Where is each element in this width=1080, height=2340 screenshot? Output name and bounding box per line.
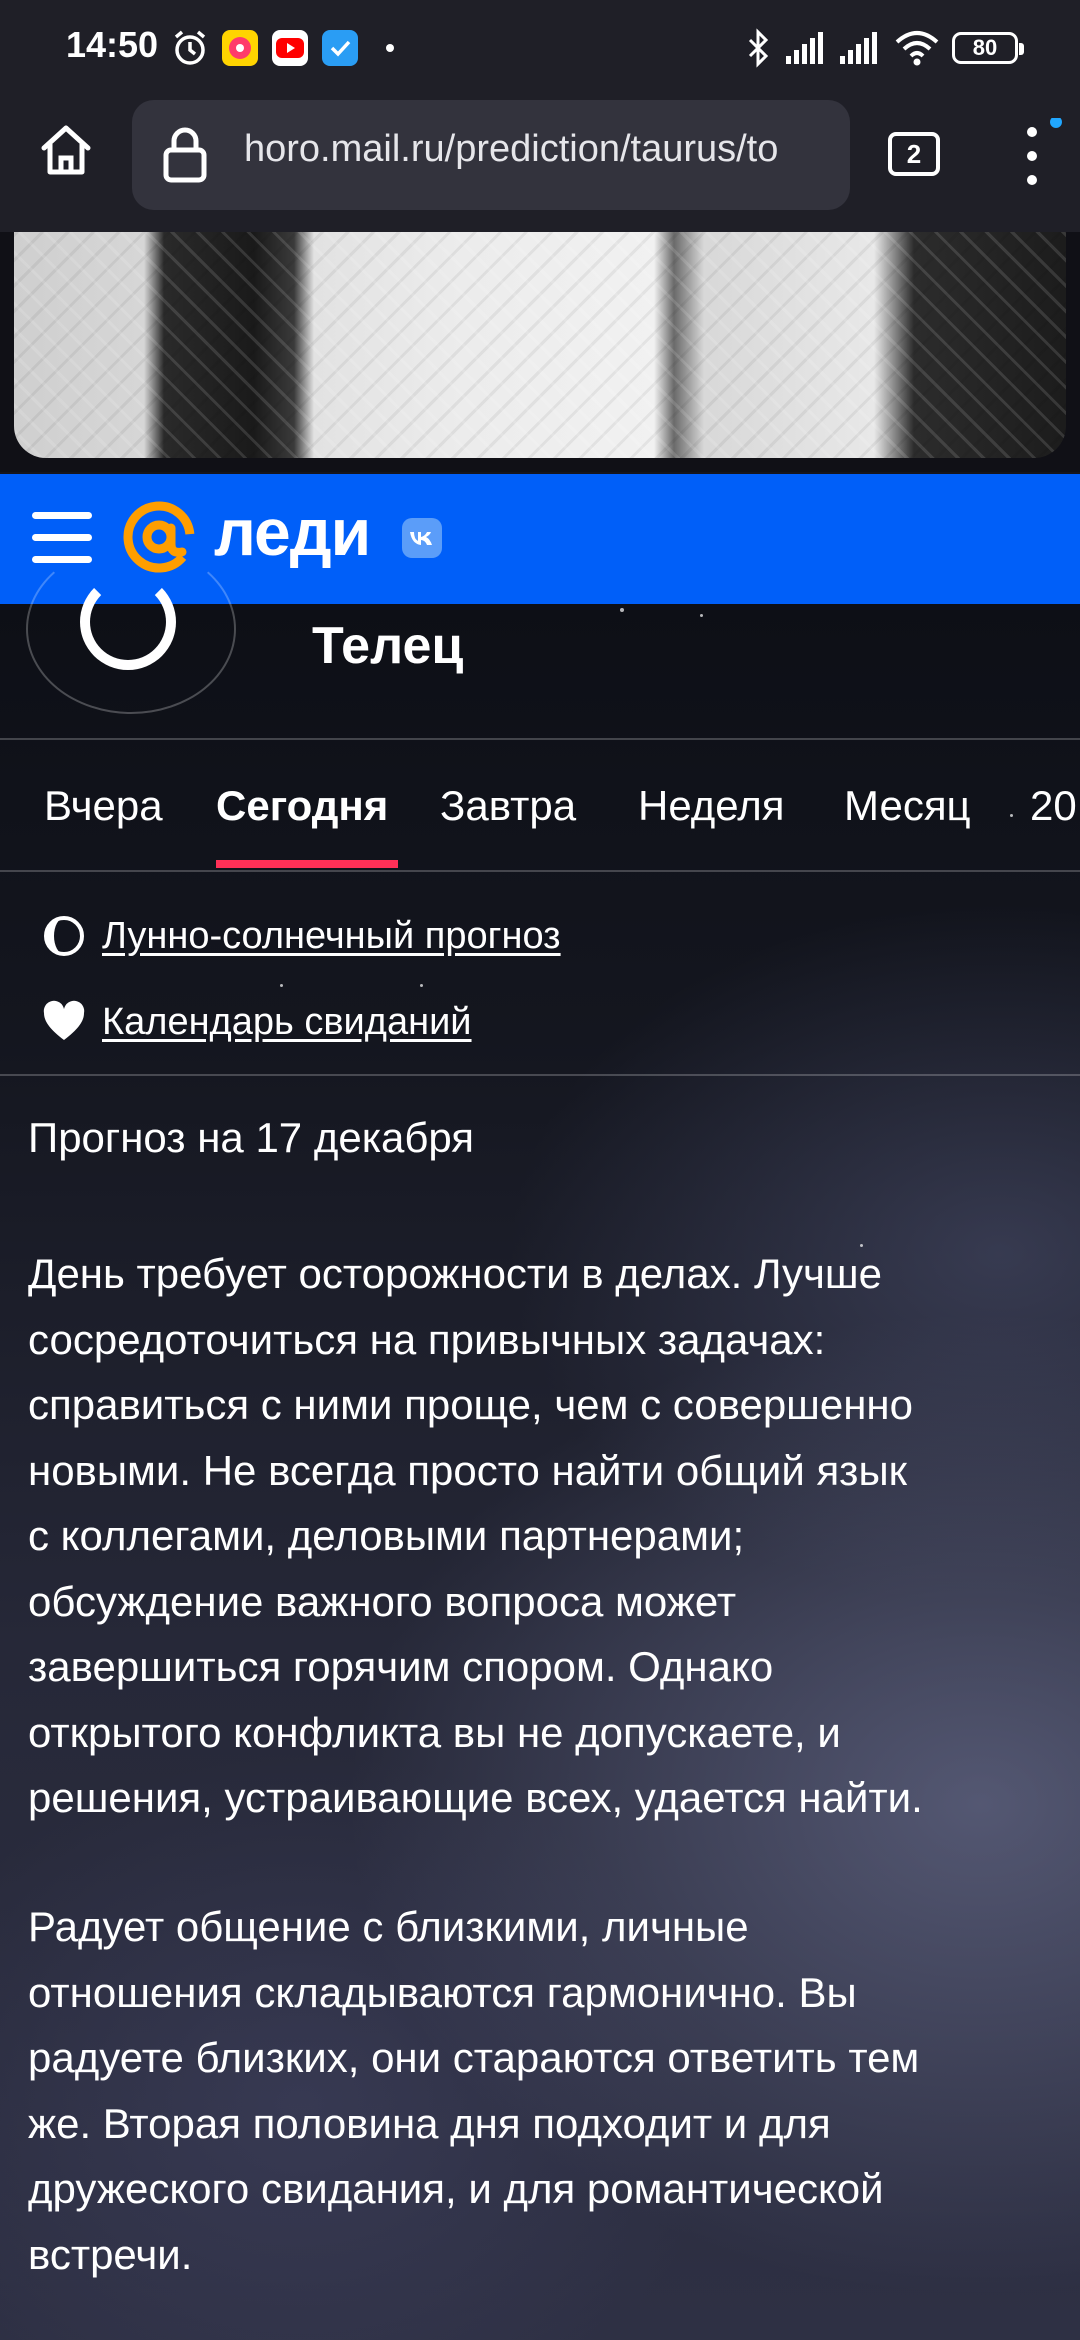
forecast-line: отношения складываются гармонично. Вы	[28, 1968, 857, 2016]
taurus-sign-icon	[80, 574, 176, 670]
battery-indicator: 80	[952, 32, 1024, 64]
lock-icon[interactable]	[162, 126, 208, 184]
active-tab-indicator	[216, 860, 398, 868]
dating-calendar-label[interactable]: Календарь свиданий	[102, 1001, 472, 1044]
divider	[0, 1074, 1080, 1076]
heart-icon	[43, 1000, 85, 1040]
lunar-forecast-link[interactable]: Лунно-солнечный прогноз	[42, 914, 561, 958]
forecast-paragraph-2: Радует общение с близкими, личные отноше…	[28, 1894, 1058, 2287]
ad-banner[interactable]	[0, 232, 1080, 472]
tab-yesterday[interactable]: Вчера	[44, 782, 163, 830]
forecast-line: справиться с ними проще, чем с совершенн…	[28, 1381, 913, 1428]
task-app-icon	[322, 30, 358, 66]
forecast-line: завершиться горячим спором. Однако	[28, 1643, 774, 1690]
address-bar[interactable]: horo.mail.ru/prediction/taurus/to	[132, 100, 850, 210]
tab-week[interactable]: Неделя	[638, 782, 785, 830]
tab-month[interactable]: Месяц	[844, 782, 971, 830]
forecast-line: новыми. Не всегда просто найти общий язы…	[28, 1446, 908, 1494]
forecast-line: открытого конфликта вы не допускаете, и	[28, 1708, 841, 1756]
moon-sun-icon	[44, 916, 84, 956]
more-menu-icon[interactable]	[1014, 118, 1064, 198]
forecast-line: День требует осторожности в делах. Лучше	[28, 1250, 882, 1297]
period-tabs: Вчера Сегодня Завтра Неделя Месяц 20	[0, 740, 1080, 872]
browser-toolbar: horo.mail.ru/prediction/taurus/to 2	[0, 96, 1080, 232]
music-app-icon	[222, 30, 258, 66]
forecast-line: радуете близких, они стараются ответить …	[28, 2034, 920, 2081]
forecast-line: сосредоточиться на привычных задачах:	[28, 1315, 826, 1363]
dating-calendar-link[interactable]: Календарь свиданий	[42, 1000, 472, 1044]
forecast-paragraph-1: День требует осторожности в делах. Лучше…	[28, 1241, 1058, 1831]
home-icon[interactable]	[36, 120, 96, 180]
forecast-line: обсуждение важного вопроса может	[28, 1577, 737, 1625]
dot-icon	[386, 44, 394, 52]
forecast-line: решения, устраивающие всех, удается найт…	[28, 1774, 923, 1821]
forecast-line: с коллегами, деловыми партнерами;	[28, 1512, 745, 1559]
signal-icon	[840, 32, 877, 64]
ad-image[interactable]	[14, 232, 1066, 458]
tabs-button[interactable]: 2	[888, 132, 940, 176]
forecast-line: дружеского свидания, и для романтической	[28, 2165, 884, 2212]
youtube-icon	[272, 30, 308, 66]
signal-icon	[786, 32, 823, 64]
horoscope-content: Телец Вчера Сегодня Завтра Неделя Месяц …	[0, 544, 1080, 2340]
tab-tomorrow[interactable]: Завтра	[440, 782, 576, 830]
site-logo-text[interactable]: леди	[214, 494, 371, 570]
forecast-line: встречи.	[28, 2230, 193, 2278]
vk-icon	[402, 518, 442, 558]
alarm-icon	[174, 30, 206, 65]
bluetooth-icon	[748, 28, 769, 68]
tab-today[interactable]: Сегодня	[216, 782, 388, 830]
url-text[interactable]: horo.mail.ru/prediction/taurus/to	[244, 128, 844, 171]
tab-year[interactable]: 20	[1030, 782, 1077, 830]
sign-title: Телец	[312, 617, 464, 675]
status-bar: 14:50 80	[0, 0, 1080, 96]
status-time: 14:50	[66, 24, 159, 65]
forecast-date: Прогноз на 17 декабря	[28, 1114, 475, 1161]
forecast-line: же. Вторая половина дня подходит и для	[28, 2099, 831, 2147]
forecast-line: Радует общение с близкими, личные	[28, 1903, 749, 1950]
divider	[0, 870, 1080, 872]
wifi-icon	[895, 31, 939, 66]
lunar-forecast-label[interactable]: Лунно-солнечный прогноз	[102, 915, 561, 958]
